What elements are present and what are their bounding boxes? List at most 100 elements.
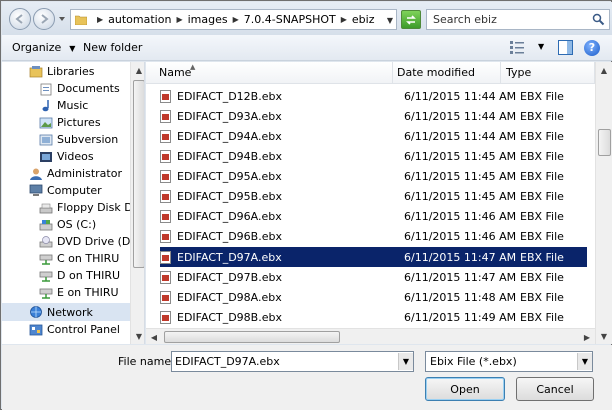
horizontal-scroll-thumb[interactable] xyxy=(164,331,340,343)
nav-scrollbar[interactable]: ▲ ▼ xyxy=(130,62,144,344)
horizontal-scrollbar[interactable]: ◀ ▶ xyxy=(146,328,595,344)
preview-pane-icon[interactable] xyxy=(558,40,573,55)
nav-item-c-on-thiru[interactable]: C on THIRU xyxy=(39,250,119,267)
nav-item-label: Documents xyxy=(57,82,120,95)
scroll-down-icon[interactable]: ▼ xyxy=(596,328,612,344)
computer-icon xyxy=(29,184,43,196)
file-open-dialog: ▶ automation ▶ images ▶ 7.0.4-SNAPSHOT ▶… xyxy=(0,0,612,410)
ebx-file-icon xyxy=(160,290,171,304)
table-row[interactable]: EDIFACT_D98B.ebx 6/11/2015 11:49 AM EBX … xyxy=(160,307,587,327)
nav-item-videos[interactable]: Videos xyxy=(39,148,94,165)
nav-item-label: C on THIRU xyxy=(57,252,120,265)
scroll-up-icon[interactable]: ▲ xyxy=(596,62,612,78)
nav-scroll-thumb[interactable] xyxy=(133,80,144,268)
cancel-button[interactable]: Cancel xyxy=(516,377,594,401)
column-header-date-modified[interactable]: Date modified xyxy=(393,62,501,84)
scroll-up-icon[interactable]: ▲ xyxy=(131,62,144,78)
file-date: 6/11/2015 11:47 AM xyxy=(404,270,517,284)
nav-item-control-panel[interactable]: Control Panel xyxy=(29,321,120,338)
file-type-dropdown-icon[interactable]: ▼ xyxy=(577,353,592,370)
file-list-scrollbar[interactable]: ▲ ▼ xyxy=(595,62,612,344)
file-type-select[interactable]: Ebix File (*.ebx) xyxy=(425,351,593,372)
ebx-file-icon xyxy=(160,209,171,223)
file-type: EBX File xyxy=(520,189,564,203)
breadcrumb-item[interactable]: images xyxy=(188,13,228,26)
nav-item-d-on-thiru[interactable]: D on THIRU xyxy=(39,267,120,284)
back-button[interactable] xyxy=(9,8,31,30)
file-date: 6/11/2015 11:48 AM xyxy=(404,290,517,304)
nav-item-pictures[interactable]: Pictures xyxy=(39,114,101,131)
breadcrumb-separator-icon[interactable]: ▶ xyxy=(233,15,239,24)
table-row[interactable]: EDIFACT_D94A.ebx 6/11/2015 11:44 AM EBX … xyxy=(160,126,587,146)
breadcrumb-item[interactable]: ebiz xyxy=(352,13,375,26)
table-row[interactable]: EDIFACT_D98A.ebx 6/11/2015 11:48 AM EBX … xyxy=(160,287,587,307)
network-drive-icon xyxy=(39,288,53,299)
table-row[interactable]: EDIFACT_D96A.ebx 6/11/2015 11:46 AM EBX … xyxy=(160,206,587,226)
breadcrumb-item[interactable]: 7.0.4-SNAPSHOT xyxy=(244,13,336,26)
file-type: EBX File xyxy=(520,229,564,243)
nav-item-label: Music xyxy=(57,99,89,112)
breadcrumb-item[interactable]: automation xyxy=(108,13,171,26)
file-name: EDIFACT_D96B.ebx xyxy=(177,229,282,243)
nav-item-label: Videos xyxy=(57,150,94,163)
view-options-icon[interactable] xyxy=(510,41,524,54)
column-header-name[interactable]: Name ▲ xyxy=(146,62,393,84)
table-row[interactable]: EDIFACT_D96B.ebx 6/11/2015 11:46 AM EBX … xyxy=(160,226,587,246)
nav-item-network[interactable]: Network xyxy=(2,303,130,321)
open-button[interactable]: Open xyxy=(425,377,505,401)
nav-item-subversion[interactable]: Subversion xyxy=(39,131,118,148)
nav-item-libraries[interactable]: Libraries xyxy=(29,63,95,80)
recent-pages-dropdown[interactable] xyxy=(58,15,66,23)
nav-item-os-c[interactable]: OS (C:) xyxy=(39,216,96,233)
file-type: EBX File xyxy=(520,250,564,264)
breadcrumb-separator-icon[interactable]: ▶ xyxy=(176,15,182,24)
organize-button[interactable]: Organize ▼ xyxy=(12,41,75,54)
table-row[interactable]: EDIFACT_D94B.ebx 6/11/2015 11:45 AM EBX … xyxy=(160,146,587,166)
table-row[interactable]: EDIFACT_D93A.ebx 6/11/2015 11:44 AM EBX … xyxy=(160,106,587,126)
table-row[interactable]: EDIFACT_D97B.ebx 6/11/2015 11:47 AM EBX … xyxy=(160,267,587,287)
file-list-scroll-thumb[interactable] xyxy=(598,129,611,156)
forward-arrow-icon xyxy=(41,14,49,24)
open-label: Open xyxy=(450,382,480,396)
file-name-input[interactable]: EDIFACT_D97A.ebx xyxy=(171,351,414,372)
file-name: EDIFACT_D12B.ebx xyxy=(177,89,282,103)
search-icon[interactable] xyxy=(592,13,605,26)
refresh-button[interactable] xyxy=(401,10,421,29)
address-dropdown-icon[interactable]: ▼ xyxy=(387,16,393,25)
file-type: EBX File xyxy=(520,310,564,324)
table-row[interactable]: EDIFACT_D95A.ebx 6/11/2015 11:45 AM EBX … xyxy=(160,166,587,186)
nav-item-dvd-drive[interactable]: DVD Drive (D:) xyxy=(39,233,138,250)
dvd-icon xyxy=(39,235,53,247)
table-row[interactable]: EDIFACT_D12B.ebx 6/11/2015 11:44 AM EBX … xyxy=(160,86,587,106)
forward-button[interactable] xyxy=(33,8,55,30)
nav-item-e-on-thiru[interactable]: E on THIRU xyxy=(39,284,119,301)
file-name-value: EDIFACT_D97A.ebx xyxy=(175,355,280,368)
file-date: 6/11/2015 11:45 AM xyxy=(404,189,517,203)
nav-item-music[interactable]: Music xyxy=(39,97,88,114)
nav-item-computer[interactable]: Computer xyxy=(29,182,102,199)
file-type: EBX File xyxy=(520,209,564,223)
new-folder-button[interactable]: New folder xyxy=(83,41,142,54)
file-name: EDIFACT_D97A.ebx xyxy=(177,250,282,264)
table-row-selected[interactable]: EDIFACT_D97A.ebx 6/11/2015 11:47 AM EBX … xyxy=(160,247,587,267)
column-header-type[interactable]: Type xyxy=(501,62,595,84)
breadcrumb-separator-icon[interactable]: ▶ xyxy=(341,15,347,24)
ebx-file-icon xyxy=(160,189,171,203)
file-name-dropdown-icon[interactable]: ▼ xyxy=(398,353,413,370)
scroll-left-icon[interactable]: ◀ xyxy=(146,329,162,345)
toolbar: Organize ▼ New folder ▼ ? xyxy=(2,35,612,61)
scroll-down-icon[interactable]: ▼ xyxy=(131,328,144,344)
table-row[interactable]: EDIFACT_D95B.ebx 6/11/2015 11:45 AM EBX … xyxy=(160,186,587,206)
scroll-right-icon[interactable]: ▶ xyxy=(579,329,595,345)
ebx-file-icon xyxy=(160,310,171,324)
sort-ascending-icon: ▲ xyxy=(190,63,196,71)
file-date: 6/11/2015 11:44 AM xyxy=(404,129,517,143)
nav-item-administrator[interactable]: Administrator xyxy=(29,165,122,182)
file-type: EBX File xyxy=(520,129,564,143)
search-input[interactable]: Search ebiz xyxy=(426,9,610,30)
nav-item-documents[interactable]: Documents xyxy=(39,80,120,97)
address-bar[interactable]: ▶ automation ▶ images ▶ 7.0.4-SNAPSHOT ▶… xyxy=(70,9,397,30)
view-dropdown-icon[interactable]: ▼ xyxy=(538,42,544,51)
help-icon[interactable]: ? xyxy=(584,40,600,56)
new-folder-label: New folder xyxy=(83,41,143,54)
